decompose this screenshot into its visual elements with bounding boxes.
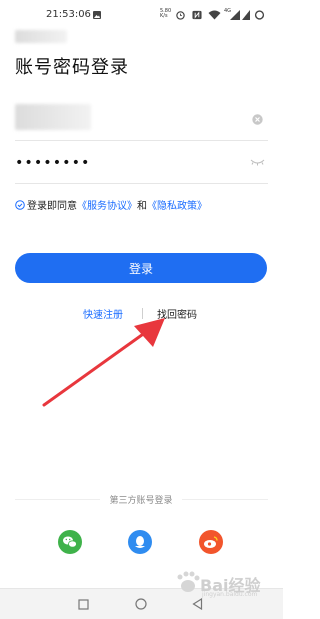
qq-icon — [135, 536, 145, 548]
qq-login-button[interactable] — [128, 530, 152, 554]
watermark-sub: jingyan.baidu.com — [202, 591, 258, 598]
wechat-login-button[interactable] — [58, 530, 82, 554]
home-icon[interactable] — [135, 598, 147, 610]
third-party-label: 第三方账号登录 — [100, 493, 182, 506]
weibo-login-button[interactable] — [199, 530, 223, 554]
wechat-icon — [63, 536, 77, 548]
red-arrow-annotation — [42, 318, 165, 407]
weibo-icon — [204, 536, 218, 548]
recent-apps-icon[interactable] — [78, 599, 89, 610]
